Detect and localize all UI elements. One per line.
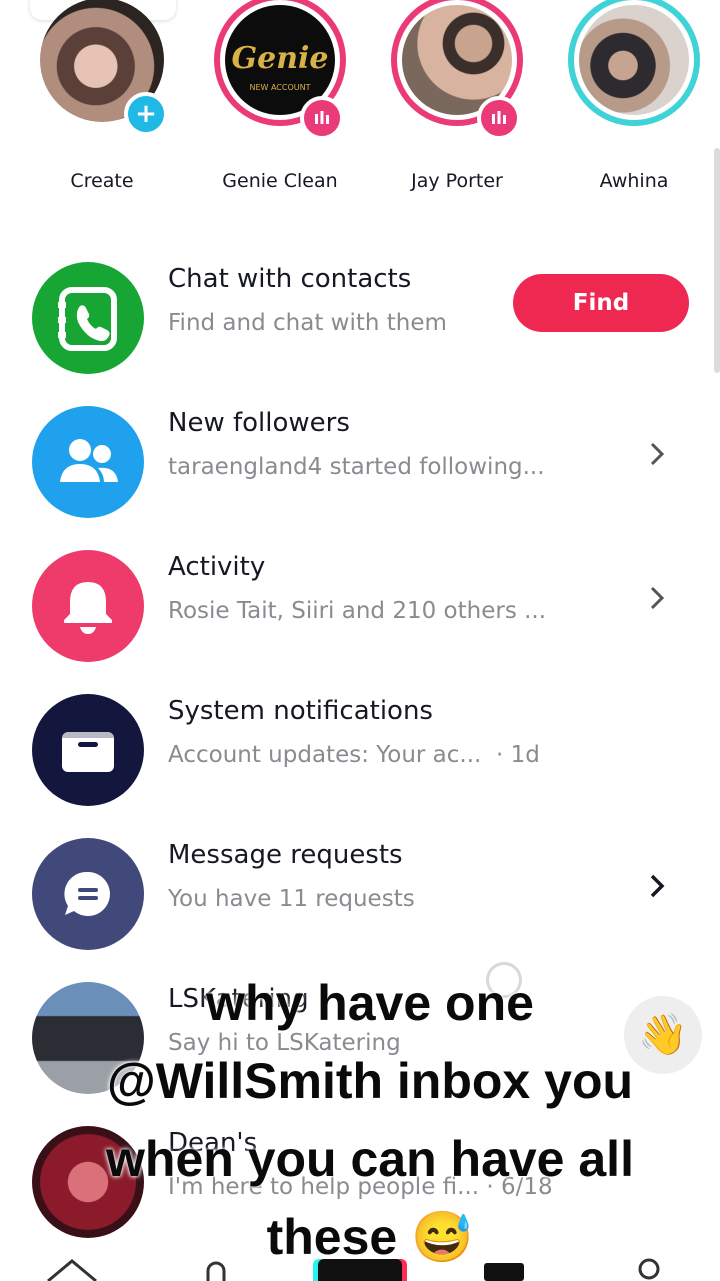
bottom-nav	[0, 1255, 720, 1281]
caption-line: why have one	[206, 975, 534, 1031]
inbox-icon	[32, 694, 144, 806]
caption-line: @WillSmith inbox you	[106, 1053, 634, 1109]
story-name: Awhina	[599, 170, 669, 192]
row-system-notifications[interactable]: System notifications Account updates: Yo…	[0, 680, 720, 820]
row-subtitle-text: Account updates: Your ac...	[168, 742, 482, 768]
phone-book-icon	[32, 262, 144, 374]
home-icon[interactable]	[44, 1257, 100, 1281]
shop-icon[interactable]	[196, 1259, 236, 1281]
story-name: Jay Porter	[411, 170, 503, 192]
story-avatar	[568, 0, 700, 126]
row-title: Chat with contacts	[168, 264, 412, 294]
row-message-requests[interactable]: Message requests You have 11 requests	[0, 824, 720, 964]
bell-icon	[32, 550, 144, 662]
row-title: Activity	[168, 552, 266, 582]
genie-logo-text: Genie	[231, 41, 329, 76]
row-subtitle: Account updates: Your ac... · 1d	[168, 742, 540, 768]
chat-bubble-icon	[32, 838, 144, 950]
chevron-right-icon	[650, 874, 665, 898]
chevron-right-icon	[650, 442, 665, 466]
story-create[interactable]: + Create	[14, 0, 190, 215]
story-name: Create	[70, 170, 134, 192]
find-button[interactable]: Find	[513, 274, 689, 332]
inbox-nav-icon[interactable]	[484, 1263, 524, 1281]
chevron-right-icon	[650, 586, 665, 610]
live-badge	[477, 96, 521, 140]
story-name: Genie Clean	[222, 170, 338, 192]
row-subtitle: You have 11 requests	[168, 886, 415, 912]
add-story-badge[interactable]: +	[124, 92, 168, 136]
row-chat-with-contacts[interactable]: Chat with contacts Find and chat with th…	[0, 248, 720, 388]
row-time: · 1d	[495, 742, 540, 768]
row-title: System notifications	[168, 696, 433, 726]
story-awhina[interactable]: Awhina	[546, 0, 720, 215]
story-genie-clean[interactable]: Genie NEW ACCOUNT Genie Clean	[192, 0, 368, 215]
create-button[interactable]	[318, 1259, 402, 1281]
story-jay-porter[interactable]: Jay Porter	[369, 0, 545, 215]
live-badge	[300, 96, 344, 140]
row-subtitle: Find and chat with them	[168, 310, 447, 336]
profile-icon[interactable]	[634, 1257, 664, 1281]
people-icon	[32, 406, 144, 518]
row-subtitle: Rosie Tait, Siiri and 210 others ...	[168, 598, 547, 624]
row-new-followers[interactable]: New followers taraengland4 started follo…	[0, 392, 720, 532]
row-subtitle: taraengland4 started following...	[168, 454, 545, 480]
stories-strip: tea + Create Genie NEW ACCOUNT Genie Cle…	[0, 0, 720, 215]
row-title: Message requests	[168, 840, 403, 870]
row-title: New followers	[168, 408, 350, 438]
caption-line: when you can have all	[106, 1131, 634, 1187]
row-activity[interactable]: Activity Rosie Tait, Siiri and 210 other…	[0, 536, 720, 676]
genie-logo-sub: NEW ACCOUNT	[249, 83, 311, 92]
